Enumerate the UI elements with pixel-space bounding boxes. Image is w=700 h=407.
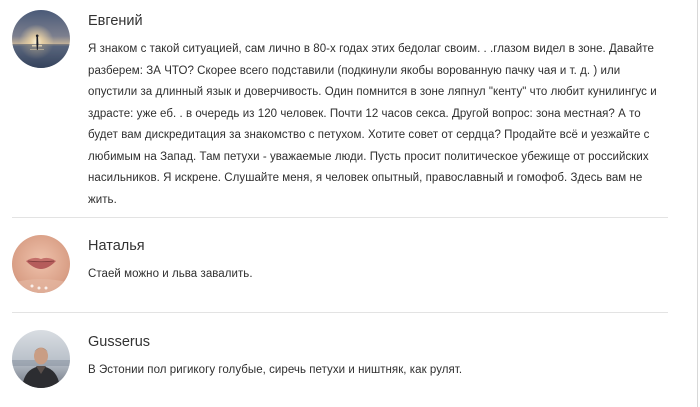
comment-text: В Эстонии пол ригикогу голубые, сиречь п… xyxy=(88,364,463,376)
comment-author[interactable]: Евгений xyxy=(88,12,668,30)
man-photo-icon xyxy=(12,330,70,388)
sunset-photo-icon xyxy=(12,10,70,68)
lips-photo-icon xyxy=(12,235,70,293)
comment-list: Евгений Я знаком с такой ситуацией, сам … xyxy=(12,0,668,407)
comment-text: Стаей можно и льва завалить. xyxy=(88,268,253,280)
comment-body: Евгений Я знаком с такой ситуацией, сам … xyxy=(88,12,668,211)
user-avatar-sunset-photo[interactable] xyxy=(12,10,70,68)
comment-author[interactable]: Наталья xyxy=(88,237,668,255)
comment-item: Наталья Стаей можно и льва завалить. xyxy=(12,218,668,313)
comment-text: Я знаком с такой ситуацией, сам лично в … xyxy=(88,43,657,206)
comments-page: Евгений Я знаком с такой ситуацией, сам … xyxy=(0,0,700,407)
comment-item: Евгений Я знаком с такой ситуацией, сам … xyxy=(12,0,668,218)
user-avatar-man-photo[interactable] xyxy=(12,330,70,388)
comment-body: Gusserus В Эстонии пол ригикогу голубые,… xyxy=(88,333,668,382)
comment-item: Gusserus В Эстонии пол ригикогу голубые,… xyxy=(12,313,668,407)
user-avatar-lips-photo[interactable] xyxy=(12,235,70,293)
comment-body: Наталья Стаей можно и льва завалить. xyxy=(88,237,668,286)
comment-author[interactable]: Gusserus xyxy=(88,333,668,351)
scroll-edge-divider xyxy=(697,0,698,407)
